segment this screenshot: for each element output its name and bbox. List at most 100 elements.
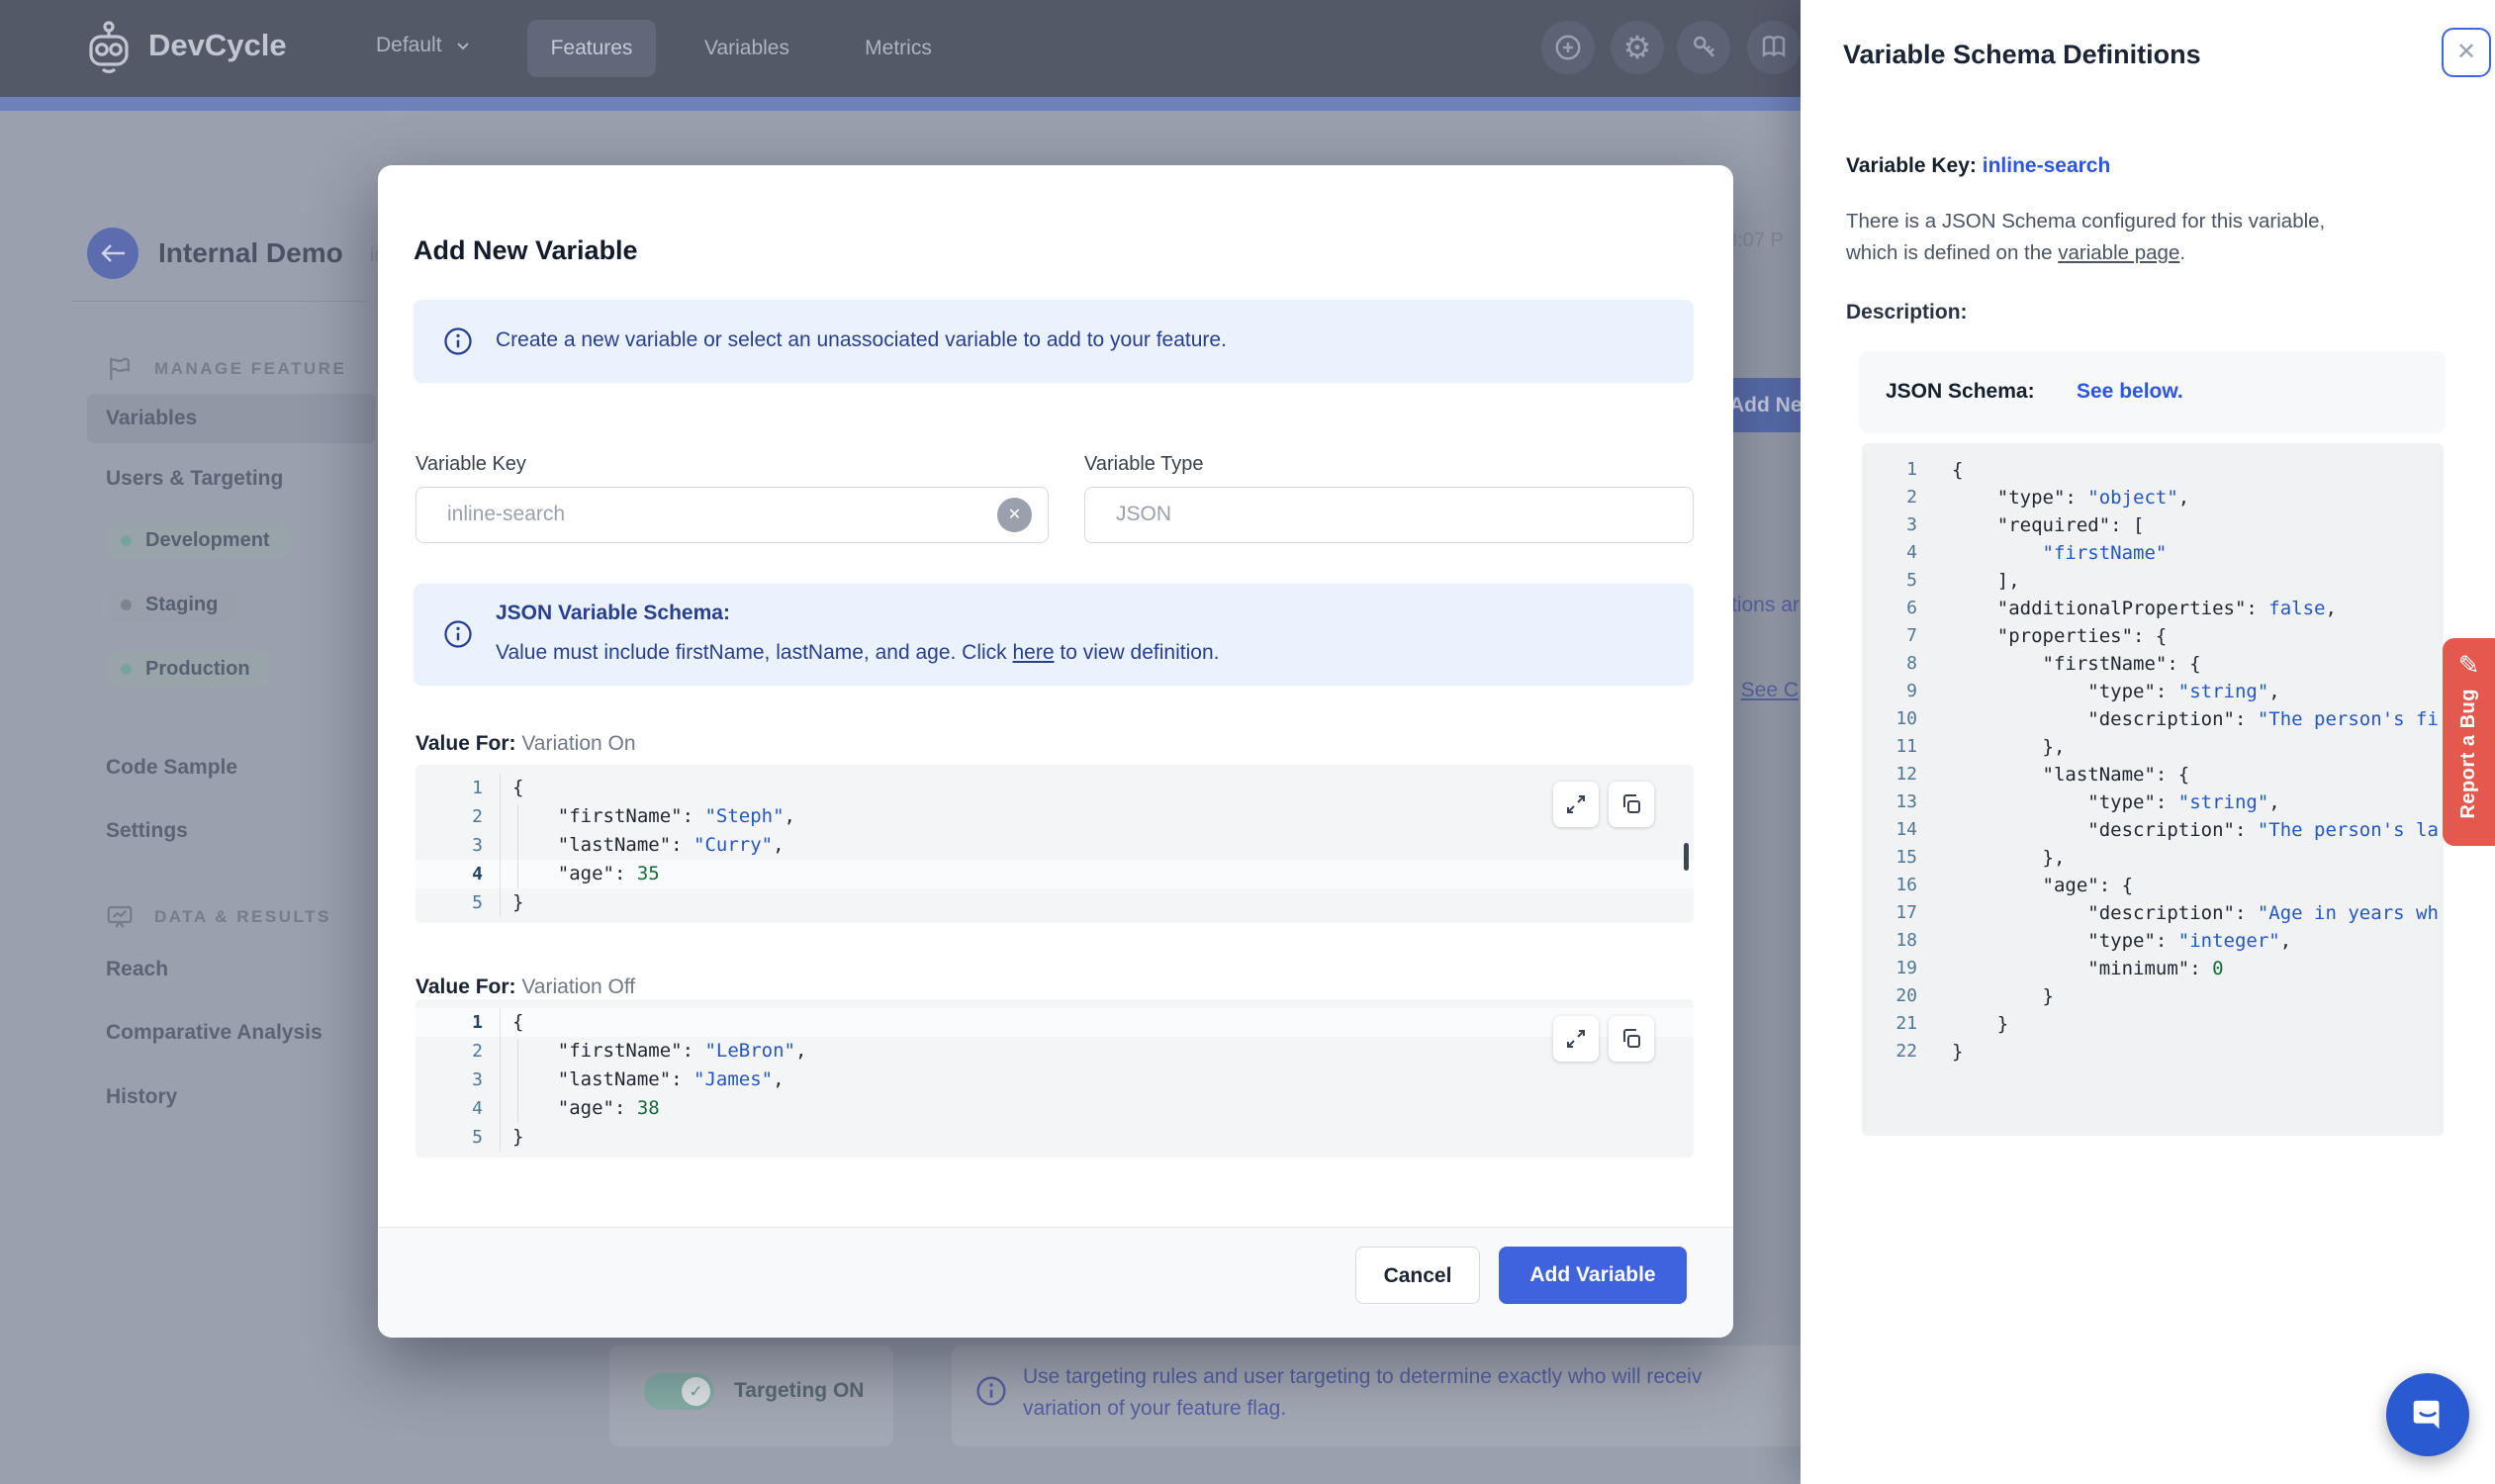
devcycle-logo-icon [89,21,129,73]
see-below-link[interactable]: See below. [2077,380,2183,404]
code-line[interactable]: 13 "type": "string", [1862,788,2444,816]
code-line[interactable]: 3 "required": [ [1862,511,2444,539]
variation-off-json-editor[interactable]: 1{2 "firstName": "LeBron", 3 "lastName": … [416,999,1694,1158]
line-number: 17 [1895,902,1917,923]
code-line[interactable]: 6 "additionalProperties": false, [1862,595,2444,622]
value-for-variation-on-label: Value For: Variation On [416,732,636,755]
json-schema-code-block[interactable]: 1{2 "type": "object", 3 "required": [4 "f… [1862,443,2444,1136]
env-label: Staging [145,593,219,615]
expand-editor-button[interactable] [1553,1016,1599,1062]
copy-editor-button[interactable] [1609,1016,1654,1062]
code-line[interactable]: 8 "firstName": { [1862,650,2444,678]
code-line[interactable]: 20 } [1862,982,2444,1010]
add-new-variable-button-fragment[interactable]: Add Ne [1721,378,1810,432]
cancel-button[interactable]: Cancel [1355,1247,1480,1304]
targeting-info-line1: Use targeting rules and user targeting t… [1023,1365,1703,1388]
tab-variables[interactable]: Variables [688,20,806,77]
code-line[interactable]: 7 "properties": { [1862,622,2444,650]
schema-definition-link[interactable]: here [1013,641,1055,664]
back-button[interactable] [87,228,139,279]
code-line[interactable]: 21 } [1862,1010,2444,1038]
code-line[interactable]: 3 "lastName": "Curry", [416,831,1694,860]
sidebar-item-label: History [106,1085,178,1108]
code-line[interactable]: 4 "age": 38 [416,1094,1694,1123]
sidebar-item-label: Code Sample [106,756,238,779]
panel-variable-key: Variable Key: inline-search [1846,154,2111,177]
description-label: Description: [1846,301,1968,324]
plus-circle-icon [1555,35,1581,60]
code-line[interactable]: 2 "firstName": "LeBron", [416,1037,1694,1066]
code-line[interactable]: 19 "minimum": 0 [1862,955,2444,982]
code-line[interactable]: 4 "firstName" [1862,539,2444,567]
code-line[interactable]: 17 "description": "Age in years wh [1862,899,2444,927]
tab-metrics[interactable]: Metrics [849,20,948,77]
code-line[interactable]: 5 ], [1862,567,2444,595]
copy-editor-button[interactable] [1609,782,1654,827]
code-line[interactable]: 1{ [416,774,1694,802]
code-line[interactable]: 4 "age": 35 [416,860,1694,888]
variable-key-value: inline-search [447,503,566,525]
code-line[interactable]: 1{ [1862,456,2444,484]
code-line[interactable]: 11 }, [1862,733,2444,761]
code-line[interactable]: 2 "type": "object", [1862,484,2444,511]
panel-paragraph-line1: There is a JSON Schema configured for th… [1846,210,2326,232]
code-line[interactable]: 14 "description": "The person's la [1862,816,2444,844]
sidebar-item-settings[interactable]: Settings [106,819,188,843]
variable-key-link[interactable]: inline-search [1983,154,2111,177]
sidebar-item-label: Comparative Analysis [106,1021,323,1044]
sidebar-item-variables[interactable]: Variables [87,394,376,443]
create-button[interactable] [1541,21,1595,74]
scrollbar-thumb[interactable] [1684,843,1689,871]
report-bug-tab[interactable]: ✎ Report a Bug [2443,638,2495,846]
chevron-down-icon [457,43,470,50]
sidebar-env-staging[interactable]: Staging [107,587,238,622]
code-line[interactable]: 10 "description": "The person's fi [1862,705,2444,733]
settings-button[interactable]: ⚙ [1611,21,1664,74]
code-line[interactable]: 2 "firstName": "Steph", [416,802,1694,831]
pencil-icon: ✎ [2457,650,2480,680]
code-line[interactable]: 5} [416,1123,1694,1152]
line-number: 5 [1906,570,1917,591]
docs-button[interactable] [1747,21,1801,74]
expand-editor-button[interactable] [1553,782,1599,827]
sidebar-item-label: Reach [106,958,169,980]
section-header-label: DATA & RESULTS [154,907,331,926]
sidebar-item-history[interactable]: History [106,1085,177,1109]
indent-guide [517,1039,518,1123]
sidebar-item-code-sample[interactable]: Code Sample [106,756,237,780]
sidebar-item-comparative-analysis[interactable]: Comparative Analysis [106,1021,323,1045]
variation-on-json-editor[interactable]: 1{2 "firstName": "Steph", 3 "lastName": "… [416,765,1694,923]
code-line[interactable]: 22} [1862,1038,2444,1066]
tab-features[interactable]: Features [527,20,656,77]
variable-page-link[interactable]: variable page [2058,241,2179,264]
schema-info-banner [414,584,1694,686]
code-line[interactable]: 15 }, [1862,844,2444,872]
code-line[interactable]: 1{ [416,1008,1694,1037]
sidebar-env-development[interactable]: Development [107,522,290,558]
sidebar-env-production[interactable]: Production [107,651,270,687]
targeting-info-line2: variation of your feature flag. [1023,1397,1287,1420]
section-manage-feature: MANAGE FEATURE [105,354,346,384]
chat-widget-button[interactable] [2386,1373,2469,1456]
line-number: 5 [472,1127,483,1148]
report-bug-label: Report a Bug [2457,689,2479,819]
code-line[interactable]: 16 "age": { [1862,872,2444,899]
divider [500,774,501,917]
code-line[interactable]: 9 "type": "string", [1862,678,2444,705]
variable-type-select[interactable] [1084,487,1694,543]
close-panel-button[interactable]: ✕ [2442,28,2491,77]
sidebar-item-users-targeting[interactable]: Users & Targeting [106,467,283,491]
gear-icon: ⚙ [1622,30,1652,65]
targeting-toggle[interactable]: ✓ [644,1373,714,1410]
code-line[interactable]: 18 "type": "integer", [1862,927,2444,955]
line-number: 5 [472,892,483,913]
code-line[interactable]: 5} [416,888,1694,917]
api-keys-button[interactable] [1677,21,1730,74]
code-line[interactable]: 3 "lastName": "James", [416,1066,1694,1094]
code-line[interactable]: 12 "lastName": { [1862,761,2444,788]
sidebar-item-reach[interactable]: Reach [106,958,168,981]
org-dropdown[interactable]: Default [376,34,471,57]
add-variable-button[interactable]: Add Variable [1499,1247,1687,1304]
clear-input-icon[interactable]: ✕ [997,498,1032,532]
env-status-dot [121,534,132,546]
